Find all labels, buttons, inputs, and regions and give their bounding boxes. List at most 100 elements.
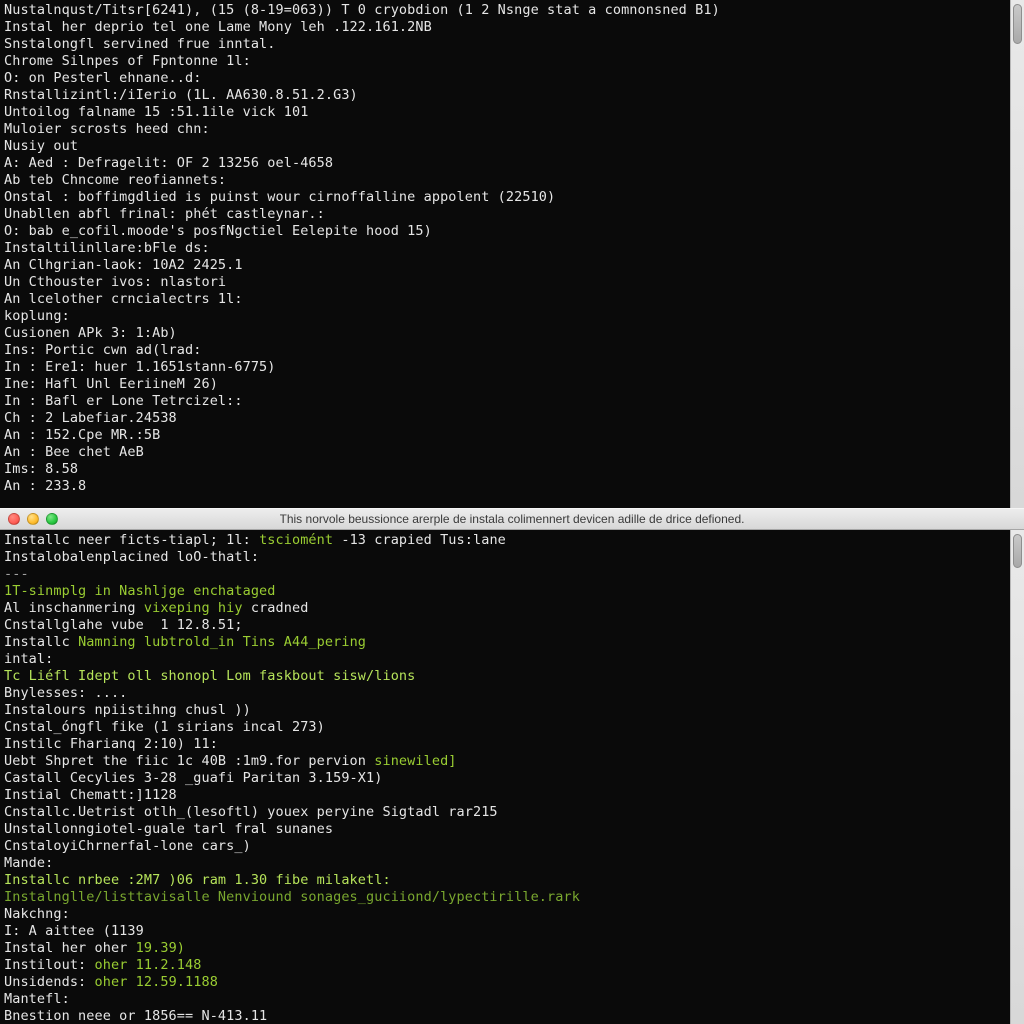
terminal-line: Snstalongfl servined frue inntal.: [4, 36, 1006, 53]
terminal-text: Instilout:: [4, 957, 95, 973]
terminal-line: Cnstal_óngfl fike (1 sirians incal 273): [4, 719, 1006, 736]
terminal-text: Untoilog falname 15 :51.1ile vick 101: [4, 104, 308, 120]
terminal-line: Cusionen APk 3: 1:Ab): [4, 325, 1006, 342]
terminal-line: Castall Cecylies 3-28 _guafi Paritan 3.1…: [4, 770, 1006, 787]
zoom-icon[interactable]: [46, 513, 58, 525]
terminal-line: Instaltilinllare:bFle ds:: [4, 240, 1006, 257]
terminal-text: Instalours npiistihng chusl )): [4, 702, 251, 718]
terminal-line: An : Bee chet AeB: [4, 444, 1006, 461]
terminal-line: Instalnglle/listtavisalle Nenviound sona…: [4, 889, 1006, 906]
terminal-text: In : Bafl er Lone Tetrcizel::: [4, 393, 243, 409]
terminal-text: Cnstallc.Uetrist otlh_(lesoftl) youex pe…: [4, 804, 498, 820]
terminal-text: Nusiy out: [4, 138, 78, 154]
terminal-line: Instalobalenplacined loO-thatl:: [4, 549, 1006, 566]
terminal-output-top[interactable]: Nustalnqust/Titsr[6241), (15 (8-19=063))…: [0, 0, 1010, 508]
terminal-text: Rnstallizintl:/iIerio (1L. AA630.8.51.2.…: [4, 87, 358, 103]
terminal-text: cradned: [251, 600, 309, 616]
terminal-text: Al inschanmering: [4, 600, 144, 616]
terminal-line: Installc Namning lubtrold_in Tins A44_pe…: [4, 634, 1006, 651]
terminal-line: Instal her deprio tel one Lame Mony leh …: [4, 19, 1006, 36]
terminal-text: Unstallonngiotel-guale tarl fral sunanes: [4, 821, 333, 837]
terminal-text: tsciomént: [259, 532, 341, 548]
terminal-line: Instalours npiistihng chusl )): [4, 702, 1006, 719]
terminal-line: Cnstallc.Uetrist otlh_(lesoftl) youex pe…: [4, 804, 1006, 821]
terminal-text: O: bab e_cofil.moode's posfNgctiel Eelep…: [4, 223, 432, 239]
terminal-line: Mantefl:: [4, 991, 1006, 1008]
terminal-line: koplung:: [4, 308, 1006, 325]
terminal-output-bottom[interactable]: Installc neer ficts-tiapl; 1l: tsciomént…: [0, 530, 1010, 1024]
window-title: This norvole beussionce arerple de insta…: [280, 512, 745, 526]
terminal-line: Chrome Silnpes of Fpntonne 1l:: [4, 53, 1006, 70]
terminal-line: O: bab e_cofil.moode's posfNgctiel Eelep…: [4, 223, 1006, 240]
terminal-line: CnstaloyiChrnerfal-lone cars_): [4, 838, 1006, 855]
terminal-line: Unabllen abfl frinal: phét castleynar.:: [4, 206, 1006, 223]
terminal-text: Instalobalenplacined loO-thatl:: [4, 549, 259, 565]
terminal-line: Bnestion neee or 1856== N-413.11: [4, 1008, 1006, 1024]
scrollbar-thumb-bottom[interactable]: [1013, 534, 1022, 568]
terminal-text: Snstalongfl servined frue inntal.: [4, 36, 276, 52]
terminal-line: Nakchng:: [4, 906, 1006, 923]
terminal-text: An : 233.8: [4, 478, 86, 494]
terminal-text: Ab teb Chncome reofiannets:: [4, 172, 226, 188]
terminal-line: Instilc Fharianq 2:10) 11:: [4, 736, 1006, 753]
terminal-text: Instial Chematt:]1128: [4, 787, 177, 803]
terminal-text: 1T-sinmplg in Nashljge enchataged: [4, 583, 276, 599]
terminal-line: An : 152.Cpe MR.:5B: [4, 427, 1006, 444]
terminal-line: Instal her oher 19.39): [4, 940, 1006, 957]
terminal-text: O: on Pesterl ehnane..d:: [4, 70, 201, 86]
terminal-text: Unsidends:: [4, 974, 95, 990]
terminal-text: Cnstal_óngfl fike (1 sirians incal 273): [4, 719, 325, 735]
terminal-line: Cnstallglahe vube 1 12.8.51;: [4, 617, 1006, 634]
terminal-text: oher 12.59.1188: [95, 974, 218, 990]
minimize-icon[interactable]: [27, 513, 39, 525]
terminal-text: Instal her deprio tel one Lame Mony leh …: [4, 19, 432, 35]
terminal-text: Cnstallglahe vube 1 12.8.51;: [4, 617, 243, 633]
terminal-text: Ims: 8.58: [4, 461, 78, 477]
terminal-text: Instaltilinllare:bFle ds:: [4, 240, 210, 256]
scrollbar-bottom[interactable]: [1010, 530, 1024, 1024]
terminal-line: Ch : 2 Labefiar.24538: [4, 410, 1006, 427]
terminal-line: Installc neer ficts-tiapl; 1l: tsciomént…: [4, 532, 1006, 549]
terminal-text: Ine: Hafl Unl EeriineM 26): [4, 376, 218, 392]
scrollbar-thumb-top[interactable]: [1013, 4, 1022, 44]
terminal-line: Instial Chematt:]1128: [4, 787, 1006, 804]
terminal-text: Onstal : boffimgdlied is puinst wour cir…: [4, 189, 555, 205]
terminal-text: 19.39): [136, 940, 185, 956]
terminal-pane-top: Nustalnqust/Titsr[6241), (15 (8-19=063))…: [0, 0, 1024, 508]
terminal-text: Installc: [4, 634, 78, 650]
terminal-line: Uebt Shpret the fiic 1c 40B :1m9.for per…: [4, 753, 1006, 770]
window-titlebar[interactable]: This norvole beussionce arerple de insta…: [0, 508, 1024, 530]
close-icon[interactable]: [8, 513, 20, 525]
terminal-text: CnstaloyiChrnerfal-lone cars_): [4, 838, 251, 854]
terminal-text: Bnestion neee or 1856== N-413.11: [4, 1008, 267, 1024]
terminal-text: vixeping hiy: [144, 600, 251, 616]
terminal-line: I: A aittee (1139: [4, 923, 1006, 940]
terminal-line: Unsidends: oher 12.59.1188: [4, 974, 1006, 991]
terminal-line: A: Aed : Defragelit: OF 2 13256 oel-4658: [4, 155, 1006, 172]
terminal-text: -13 crapied Tus:lane: [341, 532, 506, 548]
terminal-text: koplung:: [4, 308, 70, 324]
terminal-line: In : Bafl er Lone Tetrcizel::: [4, 393, 1006, 410]
terminal-line: Ab teb Chncome reofiannets:: [4, 172, 1006, 189]
terminal-text: An : Bee chet AeB: [4, 444, 144, 460]
terminal-text: Ins: Portic cwn ad(lrad:: [4, 342, 201, 358]
terminal-text: intal:: [4, 651, 53, 667]
terminal-text: An Clhgrian-laok: 10A2 2425.1: [4, 257, 243, 273]
terminal-line: Ine: Hafl Unl EeriineM 26): [4, 376, 1006, 393]
terminal-text: Unabllen abfl frinal: phét castleynar.:: [4, 206, 325, 222]
terminal-text: Instalnglle/listtavisalle Nenviound sona…: [4, 889, 580, 905]
scrollbar-top[interactable]: [1010, 0, 1024, 508]
terminal-line: Instilout: oher 11.2.148: [4, 957, 1006, 974]
terminal-text: Instilc Fharianq 2:10) 11:: [4, 736, 218, 752]
terminal-line: In : Ere1: huer 1.1651stann-6775): [4, 359, 1006, 376]
terminal-line: Tc Liéfl Idept oll shonopl Lom faskbout …: [4, 668, 1006, 685]
terminal-line: ---: [4, 566, 1006, 583]
terminal-line: Installc nrbee :2M7 )06 ram 1.30 fibe mi…: [4, 872, 1006, 889]
terminal-text: Nakchng:: [4, 906, 70, 922]
terminal-line: Mande:: [4, 855, 1006, 872]
terminal-text: Castall Cecylies 3-28 _guafi Paritan 3.1…: [4, 770, 382, 786]
terminal-line: Nusiy out: [4, 138, 1006, 155]
terminal-text: Un Cthouster ivos: nlastori: [4, 274, 226, 290]
terminal-line: Bnylesses: ....: [4, 685, 1006, 702]
terminal-text: Installc nrbee :2M7 )06 ram 1.30 fibe mi…: [4, 872, 391, 888]
